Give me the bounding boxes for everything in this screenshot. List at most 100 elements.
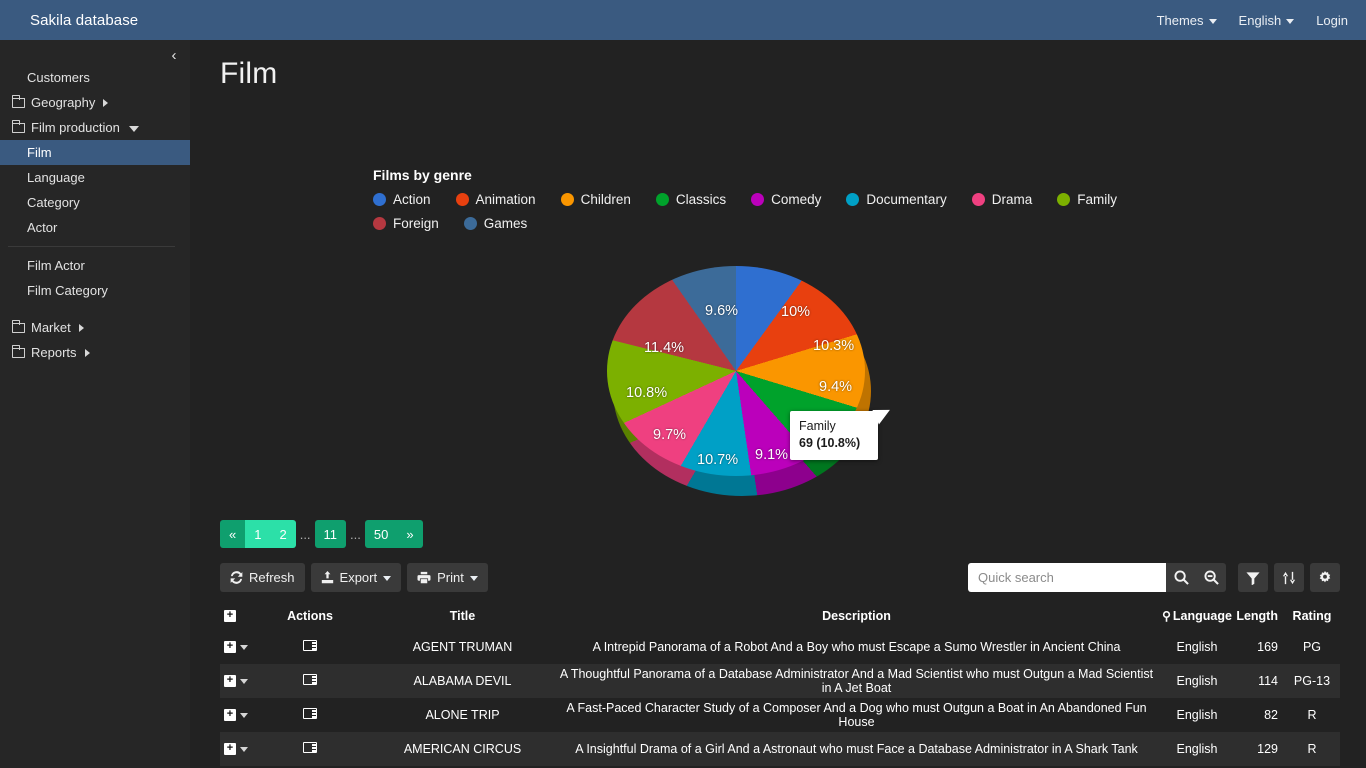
gear-icon bbox=[1318, 571, 1332, 585]
pagination-prev[interactable]: « bbox=[220, 520, 245, 548]
sidebar-item-label: Category bbox=[27, 195, 80, 210]
cell-title: AGENT TRUMAN bbox=[370, 640, 555, 654]
expand-all-icon[interactable]: + bbox=[224, 610, 236, 622]
chevron-right-icon bbox=[103, 99, 108, 107]
legend-item-classics[interactable]: Classics bbox=[656, 190, 726, 208]
chevron-down-icon[interactable] bbox=[240, 713, 248, 718]
folder-icon bbox=[12, 123, 25, 133]
film-table: + Actions Title Description ⚲Language Le… bbox=[220, 602, 1340, 766]
filter-button[interactable] bbox=[1238, 563, 1268, 592]
sidebar-item-film[interactable]: Film bbox=[0, 140, 190, 165]
sidebar-nav: Customers Geography Film production Film… bbox=[0, 40, 190, 365]
legend-label: Family bbox=[1077, 192, 1117, 207]
legend-item-games[interactable]: Games bbox=[464, 214, 528, 232]
column-header-description[interactable]: Description bbox=[555, 609, 1158, 623]
table-row[interactable]: + AMERICAN CIRCUS A Insightful Drama of … bbox=[220, 732, 1340, 766]
refresh-button[interactable]: Refresh bbox=[220, 563, 305, 592]
pagination-page-11[interactable]: 11 bbox=[315, 520, 347, 548]
nav-themes[interactable]: Themes bbox=[1157, 13, 1217, 28]
row-expand-icon[interactable]: + bbox=[224, 675, 236, 687]
search-button[interactable] bbox=[1166, 563, 1196, 592]
sort-updown-icon bbox=[1282, 571, 1296, 585]
sidebar-item-actor[interactable]: Actor bbox=[0, 215, 190, 240]
sidebar-item-customers[interactable]: Customers bbox=[0, 65, 190, 90]
main-content: Film Films by genre Action Animation Chi… bbox=[190, 40, 1366, 768]
legend-label: Comedy bbox=[771, 192, 821, 207]
chevron-down-icon bbox=[383, 576, 391, 581]
legend-color-swatch bbox=[464, 217, 477, 230]
legend-item-family[interactable]: Family bbox=[1057, 190, 1117, 208]
sidebar-item-geography[interactable]: Geography bbox=[0, 90, 190, 115]
legend-label: Drama bbox=[992, 192, 1033, 207]
column-header-language-label: Language bbox=[1173, 609, 1232, 623]
pagination-next[interactable]: » bbox=[397, 520, 422, 548]
cell-rating: PG bbox=[1284, 640, 1340, 654]
pagination-page-1[interactable]: 1 bbox=[245, 520, 270, 548]
pie-label-comedy: 9.1% bbox=[755, 447, 788, 463]
export-button[interactable]: Export bbox=[311, 563, 402, 592]
chevron-down-icon[interactable] bbox=[240, 679, 248, 684]
legend-item-comedy[interactable]: Comedy bbox=[751, 190, 821, 208]
record-details-icon[interactable] bbox=[303, 640, 317, 651]
cell-rating: PG-13 bbox=[1284, 674, 1340, 688]
cell-description: A Fast-Paced Character Study of a Compos… bbox=[555, 701, 1158, 729]
nav-login[interactable]: Login bbox=[1316, 13, 1348, 28]
column-header-language[interactable]: ⚲Language bbox=[1158, 609, 1236, 623]
chevron-down-icon[interactable] bbox=[240, 747, 248, 752]
sidebar-item-label: Customers bbox=[27, 70, 90, 85]
pagination-page-50[interactable]: 50 bbox=[365, 520, 397, 548]
sidebar-item-film-production[interactable]: Film production bbox=[0, 115, 190, 140]
column-header-length[interactable]: Length bbox=[1236, 609, 1284, 623]
legend-item-documentary[interactable]: Documentary bbox=[846, 190, 946, 208]
pagination-page-2[interactable]: 2 bbox=[270, 520, 295, 548]
sidebar-item-language[interactable]: Language bbox=[0, 165, 190, 190]
sort-button[interactable] bbox=[1274, 563, 1304, 592]
legend-color-swatch bbox=[1057, 193, 1070, 206]
table-row[interactable]: + ALABAMA DEVIL A Thoughtful Panorama of… bbox=[220, 664, 1340, 698]
row-expand-icon[interactable]: + bbox=[224, 641, 236, 653]
chart-title: Films by genre bbox=[373, 167, 472, 183]
search-input[interactable] bbox=[968, 563, 1166, 592]
folder-icon bbox=[12, 348, 25, 358]
legend-item-foreign[interactable]: Foreign bbox=[373, 214, 439, 232]
nav-language[interactable]: English bbox=[1239, 13, 1295, 28]
row-expand-icon[interactable]: + bbox=[224, 709, 236, 721]
sidebar-item-film-actor[interactable]: Film Actor bbox=[0, 253, 190, 278]
column-header-title[interactable]: Title bbox=[370, 609, 555, 623]
column-header-rating[interactable]: Rating bbox=[1284, 609, 1340, 623]
row-expand-icon[interactable]: + bbox=[224, 743, 236, 755]
legend-color-swatch bbox=[656, 193, 669, 206]
record-details-icon[interactable] bbox=[303, 708, 317, 719]
expand-all-cell: + bbox=[220, 610, 250, 622]
legend-item-action[interactable]: Action bbox=[373, 190, 431, 208]
export-button-label: Export bbox=[340, 570, 378, 585]
cell-language: English bbox=[1158, 674, 1236, 688]
record-details-icon[interactable] bbox=[303, 742, 317, 753]
sidebar-collapse-icon[interactable]: ‹ bbox=[166, 47, 182, 65]
sidebar-item-film-category[interactable]: Film Category bbox=[0, 278, 190, 303]
sidebar-item-market[interactable]: Market bbox=[0, 315, 190, 340]
app-brand-title: Sakila database bbox=[0, 12, 138, 29]
legend-item-children[interactable]: Children bbox=[561, 190, 631, 208]
legend-label: Children bbox=[581, 192, 631, 207]
table-row[interactable]: + AGENT TRUMAN A Intrepid Panorama of a … bbox=[220, 630, 1340, 664]
pagination: « 1 2 ... 11 ... 50 » bbox=[220, 520, 423, 548]
clear-search-button[interactable] bbox=[1196, 563, 1226, 592]
row-expand-cell: + bbox=[220, 641, 250, 653]
sidebar-item-label: Actor bbox=[27, 220, 57, 235]
chevron-down-icon[interactable] bbox=[240, 645, 248, 650]
sidebar-item-category[interactable]: Category bbox=[0, 190, 190, 215]
column-header-actions[interactable]: Actions bbox=[250, 609, 370, 623]
record-details-icon[interactable] bbox=[303, 674, 317, 685]
table-toolbar: Refresh Export Print bbox=[220, 563, 1340, 593]
cell-rating: R bbox=[1284, 708, 1340, 722]
print-button[interactable]: Print bbox=[407, 563, 488, 592]
settings-button[interactable] bbox=[1310, 563, 1340, 592]
legend-label: Documentary bbox=[866, 192, 946, 207]
chevron-down-icon bbox=[470, 576, 478, 581]
cell-rating: R bbox=[1284, 742, 1340, 756]
table-row[interactable]: + ALONE TRIP A Fast-Paced Character Stud… bbox=[220, 698, 1340, 732]
legend-item-drama[interactable]: Drama bbox=[972, 190, 1033, 208]
legend-item-animation[interactable]: Animation bbox=[456, 190, 536, 208]
sidebar-item-reports[interactable]: Reports bbox=[0, 340, 190, 365]
